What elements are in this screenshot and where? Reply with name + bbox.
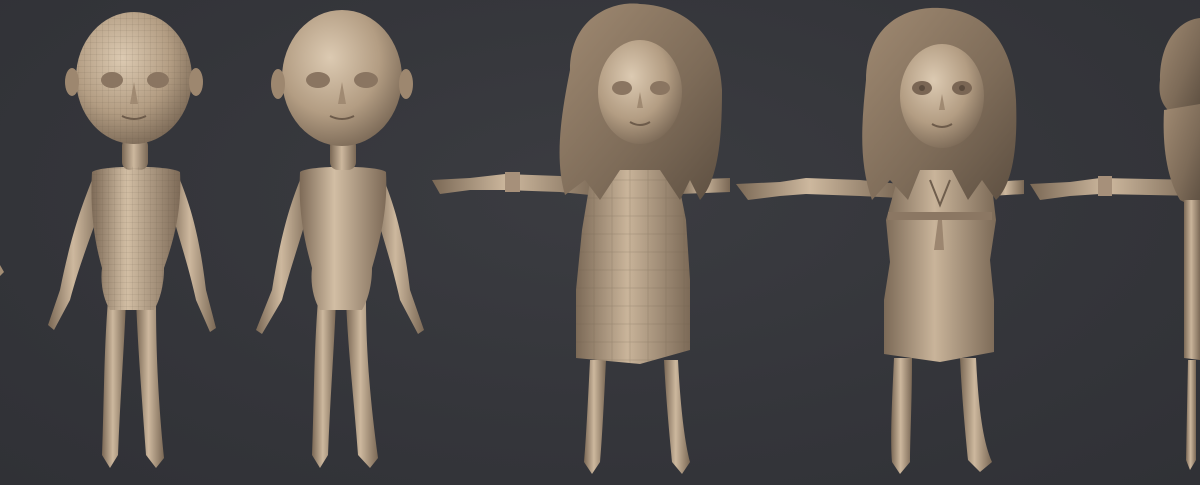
sculpt-figures-canvas <box>0 3 1200 474</box>
figure-girl-dress-lowpoly <box>432 3 730 474</box>
figure-girl-dress-detailed <box>736 7 1024 474</box>
sculpt-viewport <box>0 0 1200 485</box>
figure-base-mesh-smooth <box>256 10 424 468</box>
figure-base-mesh-lowpoly <box>48 12 216 468</box>
figure-girl-cropped <box>1030 18 1200 470</box>
partial-figure-edge <box>0 265 4 276</box>
